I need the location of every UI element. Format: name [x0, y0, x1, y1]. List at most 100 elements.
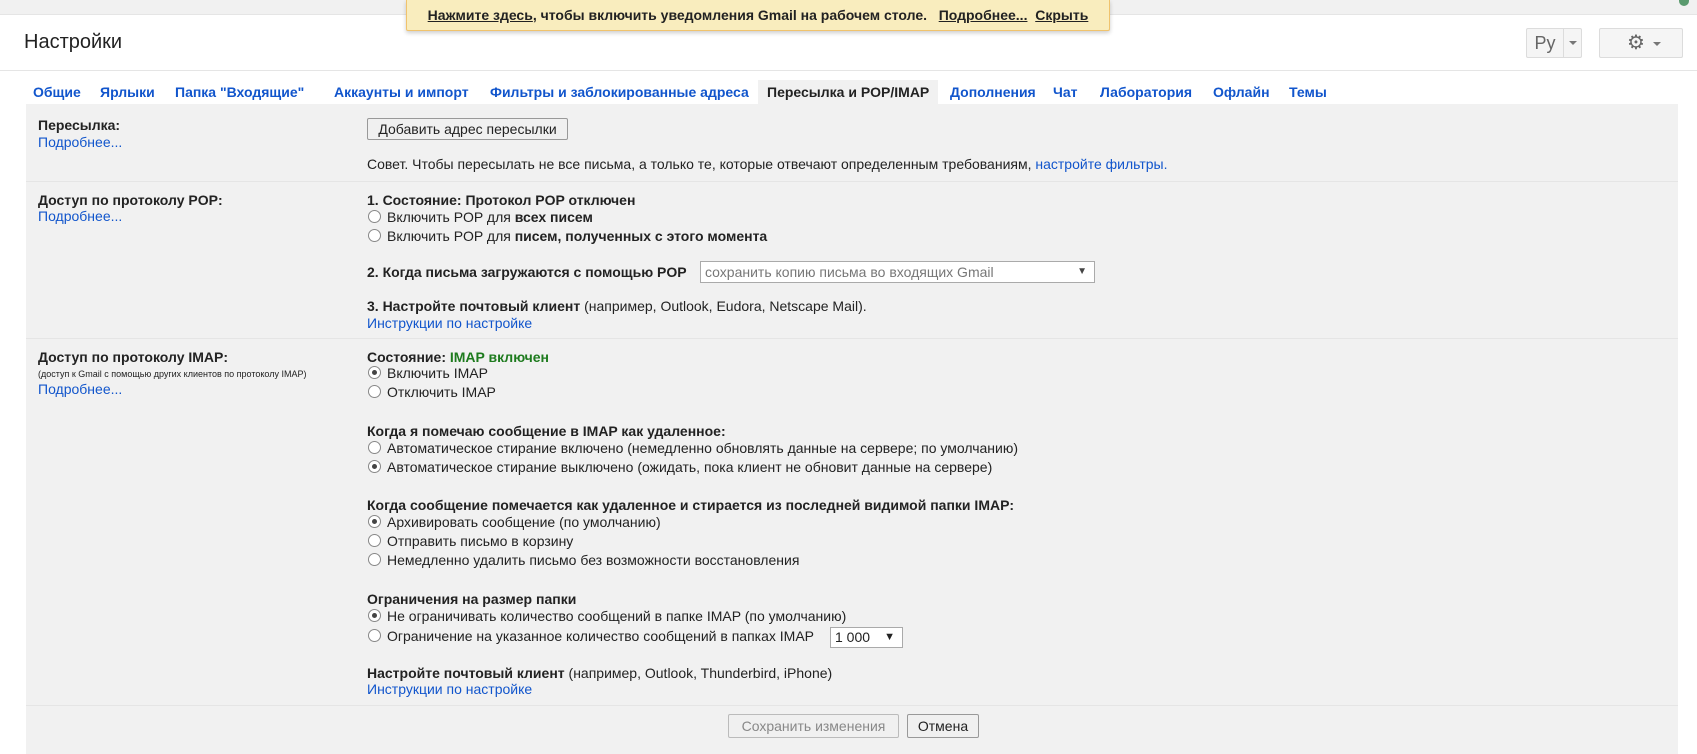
pop-title: Доступ по протоколу POP: — [38, 192, 223, 208]
option-bold: всех писем — [514, 209, 593, 225]
option-label: Ограничение на указанное количество сооб… — [387, 628, 814, 644]
option-label: Включить POP для — [387, 228, 511, 244]
imap-more-link[interactable]: Подробнее... — [38, 381, 122, 397]
option-label: Не ограничивать количество сообщений в п… — [387, 608, 847, 624]
radio-button[interactable] — [368, 514, 381, 528]
cancel-button[interactable]: Отмена — [907, 714, 979, 738]
pop-instructions-link[interactable]: Инструкции по настройке — [367, 315, 532, 331]
pop-enable-all-option[interactable]: Включить POP для всех писем — [368, 209, 593, 227]
pop-client-label: 3. Настройте почтовый клиент — [367, 298, 581, 314]
enable-notifications-link[interactable]: Нажмите здесь — [428, 7, 533, 23]
settings-button[interactable]: ⚙ — [1599, 28, 1683, 58]
pop-action-select[interactable]: сохранить копию письма во входящих Gmail… — [700, 261, 1095, 283]
forwarding-tip: Совет. Чтобы пересылать не все письма, а… — [367, 156, 1168, 172]
imap-client-label: Настройте почтовый клиент — [367, 665, 565, 681]
section-divider — [26, 705, 1678, 706]
section-divider — [26, 338, 1678, 339]
expunge-on-option[interactable]: Автоматическое стирание включено (немедл… — [368, 440, 1018, 458]
select-value: сохранить копию письма во входящих Gmail — [705, 264, 994, 280]
forwarding-title: Пересылка: — [38, 117, 121, 133]
imap-instructions-link[interactable]: Инструкции по настройке — [367, 681, 532, 697]
imap-enable-option[interactable]: Включить IMAP — [368, 365, 488, 383]
radio-button[interactable] — [368, 440, 381, 454]
tab-forwarding-pop-imap[interactable]: Пересылка и POP/IMAP — [758, 80, 939, 104]
radio-button[interactable] — [368, 209, 381, 223]
radio-button[interactable] — [368, 533, 381, 547]
notification-more-link[interactable]: Подробнее... — [939, 7, 1028, 23]
trash-option[interactable]: Отправить письмо в корзину — [368, 533, 573, 551]
add-forwarding-address-button[interactable]: Добавить адрес пересылки — [367, 118, 568, 140]
pop-enable-now-option[interactable]: Включить POP для писем, полученных с это… — [368, 228, 767, 246]
folder-limit-heading: Ограничения на размер папки — [367, 591, 577, 607]
tab-general[interactable]: Общие — [24, 80, 90, 104]
pop-status: 1. Состояние: Протокол POP отключен — [367, 192, 636, 208]
imap-client-line: Настройте почтовый клиент (например, Out… — [367, 665, 832, 681]
imap-deleted-heading: Когда я помечаю сообщение в IMAP как уда… — [367, 423, 726, 439]
chevron-down-icon — [1653, 42, 1661, 46]
notification-hide-link[interactable]: Скрыть — [1035, 7, 1088, 23]
radio-button[interactable] — [368, 552, 381, 566]
tab-themes[interactable]: Темы — [1280, 80, 1336, 104]
chevron-down-icon — [1569, 41, 1577, 45]
radio-button[interactable] — [368, 228, 381, 242]
imap-client-example: (например, Outlook, Thunderbird, iPhone) — [568, 665, 833, 681]
settings-content — [26, 104, 1678, 754]
imap-title: Доступ по протоколу IMAP: — [38, 349, 229, 365]
gear-icon: ⚙ — [1627, 32, 1645, 54]
option-label: Архивировать сообщение (по умолчанию) — [387, 514, 661, 530]
forwarding-tip-text: Совет. Чтобы пересылать не все письма, а… — [367, 156, 1032, 172]
option-label: Отключить IMAP — [387, 384, 496, 400]
pop-more-link[interactable]: Подробнее... — [38, 208, 122, 224]
tab-filters[interactable]: Фильтры и заблокированные адреса — [481, 80, 758, 104]
header-divider — [0, 70, 1697, 71]
notification-text: , чтобы включить уведомления Gmail на ра… — [532, 7, 928, 23]
option-label: Автоматическое стирание выключено (ожида… — [387, 459, 993, 475]
folder-limit-select[interactable]: 1 000 ▼ — [830, 627, 903, 648]
option-bold: писем, полученных с этого момента — [514, 228, 768, 244]
imap-status: Состояние: IMAP включен — [367, 349, 549, 365]
tab-addons[interactable]: Дополнения — [941, 80, 1045, 104]
avatar-edge — [1679, 0, 1689, 6]
tab-labs[interactable]: Лаборатория — [1091, 80, 1201, 104]
tab-accounts[interactable]: Аккаунты и импорт — [325, 80, 478, 104]
tab-offline[interactable]: Офлайн — [1204, 80, 1279, 104]
create-filter-link[interactable]: настройте фильтры. — [1035, 156, 1167, 172]
divider — [1563, 29, 1564, 57]
page-title: Настройки — [24, 31, 123, 53]
pop-when-label: 2. Когда письма загружаются с помощью PO… — [367, 264, 687, 280]
desktop-notification-banner: Нажмите здесь, чтобы включить уведомлени… — [406, 0, 1110, 31]
dropdown-arrow-icon: ▼ — [884, 631, 895, 643]
tab-inbox[interactable]: Папка "Входящие" — [166, 80, 313, 104]
radio-button[interactable] — [368, 384, 381, 398]
imap-disable-option[interactable]: Отключить IMAP — [368, 384, 496, 402]
option-label: Немедленно удалить письмо без возможност… — [387, 552, 800, 568]
imap-subtitle: (доступ к Gmail с помощью других клиенто… — [38, 369, 307, 379]
option-label: Включить POP для — [387, 209, 511, 225]
imap-expunged-heading: Когда сообщение помечается как удаленное… — [367, 497, 1015, 513]
expunge-off-option[interactable]: Автоматическое стирание выключено (ожида… — [368, 459, 992, 477]
dropdown-arrow-icon: ▼ — [1077, 266, 1087, 277]
tab-labels[interactable]: Ярлыки — [91, 80, 164, 104]
no-limit-option[interactable]: Не ограничивать количество сообщений в п… — [368, 608, 846, 626]
option-label: Автоматическое стирание включено (немедл… — [387, 440, 1019, 456]
forwarding-more-link[interactable]: Подробнее... — [38, 134, 122, 150]
radio-button[interactable] — [368, 608, 381, 622]
language-label: Ру — [1534, 33, 1556, 53]
delete-forever-option[interactable]: Немедленно удалить письмо без возможност… — [368, 552, 799, 570]
language-button[interactable]: Ру — [1526, 28, 1582, 58]
radio-button[interactable] — [368, 459, 381, 473]
option-label: Включить IMAP — [387, 365, 488, 381]
radio-button[interactable] — [368, 628, 381, 642]
pop-client-example: (например, Outlook, Eudora, Netscape Mai… — [584, 298, 867, 314]
radio-button[interactable] — [368, 365, 381, 379]
tab-chat[interactable]: Чат — [1044, 80, 1086, 104]
option-label: Отправить письмо в корзину — [387, 533, 574, 549]
imap-status-value: IMAP включен — [449, 349, 549, 365]
pop-client-line: 3. Настройте почтовый клиент (например, … — [367, 298, 867, 314]
select-value: 1 000 — [835, 629, 871, 645]
imap-status-label: Состояние: — [367, 349, 446, 365]
archive-option[interactable]: Архивировать сообщение (по умолчанию) — [368, 514, 661, 532]
limit-option[interactable]: Ограничение на указанное количество сооб… — [368, 628, 814, 646]
section-divider — [26, 181, 1678, 182]
save-changes-button[interactable]: Сохранить изменения — [728, 714, 899, 738]
